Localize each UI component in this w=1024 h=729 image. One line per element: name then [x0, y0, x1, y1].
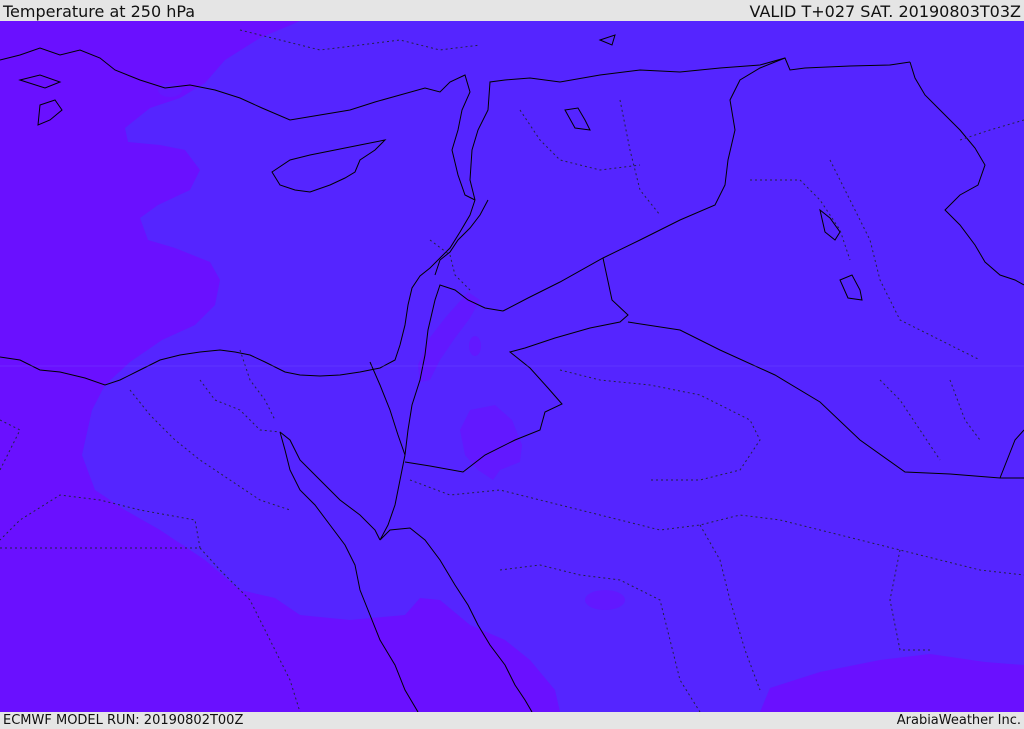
valid-time: VALID T+027 SAT. 20190803T03Z	[749, 2, 1021, 21]
credit: ArabiaWeather Inc.	[896, 713, 1021, 728]
warm-patch-small	[469, 336, 481, 356]
weather-map[interactable]	[0, 21, 1024, 712]
footer-bar: ECMWF MODEL RUN: 20190802T00Z ArabiaWeat…	[0, 712, 1024, 729]
model-run: ECMWF MODEL RUN: 20190802T00Z	[3, 713, 244, 728]
header-bar: Temperature at 250 hPa VALID T+027 SAT. …	[0, 0, 1024, 21]
warm-patch-north	[158, 83, 182, 97]
map-canvas	[0, 21, 1024, 712]
warm-patch-saudi	[585, 590, 625, 610]
map-title: Temperature at 250 hPa	[3, 2, 196, 21]
